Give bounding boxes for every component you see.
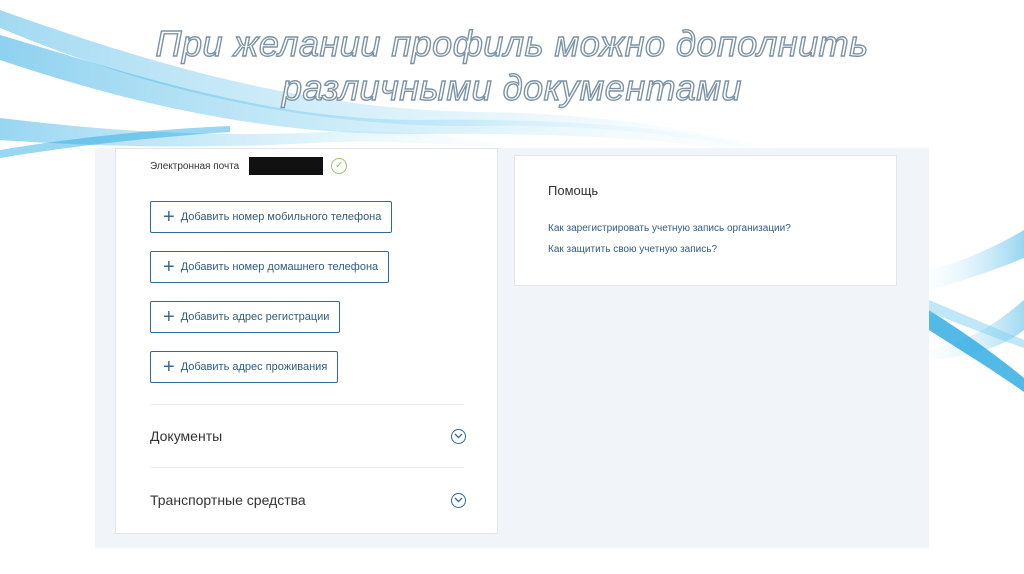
chevron-down-icon — [451, 492, 466, 508]
add-registration-address-label: Добавить адрес регистрации — [180, 311, 330, 323]
help-link-protect-account[interactable]: Как защитить свою учетную запись? — [548, 244, 717, 255]
slide-title-line-1: При желании профиль можно дополнить — [155, 22, 869, 64]
divider — [150, 404, 464, 405]
documents-section-label: Документы — [150, 428, 223, 444]
add-residence-address-label: Добавить адрес проживания — [180, 361, 328, 373]
add-mobile-phone-button[interactable]: + Добавить номер мобильного телефона — [150, 201, 393, 233]
add-registration-address-button[interactable]: + Добавить адрес регистрации — [150, 301, 341, 333]
chevron-down-icon — [451, 428, 466, 444]
slide-title: При желании профиль можно дополнить разл… — [0, 22, 1024, 110]
plus-icon: + — [163, 356, 175, 378]
profile-card: Электронная почта ✓ + Добавить номер моб… — [115, 148, 498, 534]
plus-icon: + — [163, 256, 175, 278]
help-link-register-organization[interactable]: Как зарегистрировать учетную запись орга… — [548, 223, 791, 234]
email-redacted-value — [249, 157, 324, 175]
help-card: Помощь Как зарегистрировать учетную запи… — [514, 155, 897, 286]
plus-icon: + — [163, 206, 175, 228]
email-row: Электронная почта ✓ — [150, 157, 348, 175]
plus-icon: + — [163, 306, 175, 328]
slide-title-line-2: различными документами — [281, 66, 742, 108]
check-icon: ✓ — [331, 158, 348, 174]
add-home-phone-button[interactable]: + Добавить номер домашнего телефона — [150, 251, 390, 283]
add-mobile-phone-label: Добавить номер мобильного телефона — [180, 211, 382, 223]
vehicles-section-toggle[interactable]: Транспортные средства — [150, 489, 466, 511]
add-residence-address-button[interactable]: + Добавить адрес проживания — [150, 351, 339, 383]
vehicles-section-label: Транспортные средства — [150, 492, 306, 508]
documents-section-toggle[interactable]: Документы — [150, 425, 466, 447]
email-label: Электронная почта — [150, 160, 240, 172]
divider — [150, 467, 464, 468]
help-title: Помощь — [548, 183, 599, 198]
add-home-phone-label: Добавить номер домашнего телефона — [180, 261, 379, 273]
